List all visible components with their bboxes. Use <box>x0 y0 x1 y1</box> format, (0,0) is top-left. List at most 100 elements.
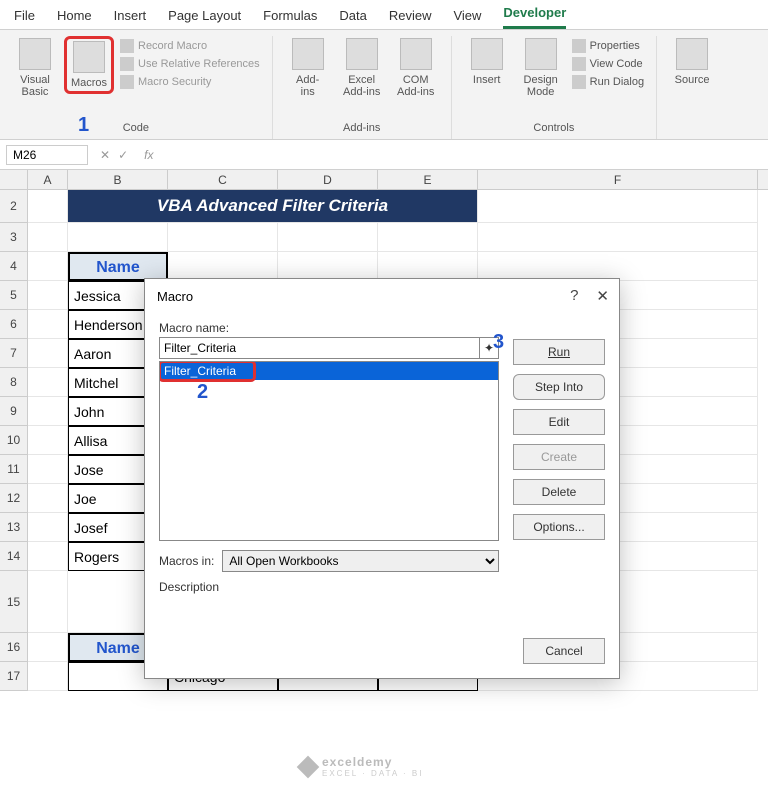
row-header[interactable]: 9 <box>0 397 28 426</box>
design-icon <box>525 38 557 70</box>
run-dialog-button[interactable]: Run Dialog <box>570 74 646 90</box>
tab-insert[interactable]: Insert <box>114 8 147 29</box>
row-header[interactable]: 10 <box>0 426 28 455</box>
row-header[interactable]: 11 <box>0 455 28 484</box>
cell[interactable] <box>478 223 758 252</box>
cell[interactable] <box>168 252 278 281</box>
tab-view[interactable]: View <box>453 8 481 29</box>
cell[interactable] <box>278 223 378 252</box>
macro-name-label: Macro name: <box>159 321 499 335</box>
source-icon <box>676 38 708 70</box>
tab-home[interactable]: Home <box>57 8 92 29</box>
row-header[interactable]: 14 <box>0 542 28 571</box>
dialog-title: Macro <box>157 289 193 304</box>
com-addins-button[interactable]: COM Add-ins <box>391 36 441 100</box>
macros-button[interactable]: Macros <box>64 36 114 94</box>
row-header[interactable]: 2 <box>0 190 28 223</box>
group-xml: Source <box>657 36 727 139</box>
tab-formulas[interactable]: Formulas <box>263 8 317 29</box>
cell[interactable] <box>478 190 758 223</box>
col-header-B[interactable]: B <box>68 170 168 189</box>
view-code-button[interactable]: View Code <box>570 56 646 72</box>
enter-formula-icon[interactable]: ✓ <box>118 148 128 162</box>
row-header[interactable]: 3 <box>0 223 28 252</box>
insert-control-icon <box>471 38 503 70</box>
col-header-D[interactable]: D <box>278 170 378 189</box>
cell[interactable] <box>168 223 278 252</box>
row-header[interactable]: 17 <box>0 662 28 691</box>
excel-addins-button[interactable]: Excel Add-ins <box>337 36 387 100</box>
help-icon[interactable]: ? <box>570 287 578 305</box>
tab-developer[interactable]: Developer <box>503 5 566 29</box>
vb-icon <box>19 38 51 70</box>
use-relative-button[interactable]: Use Relative References <box>118 56 262 72</box>
design-mode-button[interactable]: Design Mode <box>516 36 566 100</box>
visual-basic-button[interactable]: Visual Basic <box>10 36 60 100</box>
security-icon <box>120 75 134 89</box>
cell[interactable]: Name <box>68 252 168 281</box>
row-header[interactable]: 4 <box>0 252 28 281</box>
row-header[interactable]: 13 <box>0 513 28 542</box>
macro-name-input[interactable] <box>159 337 480 359</box>
cell[interactable] <box>28 397 68 426</box>
cell[interactable] <box>28 542 68 571</box>
cell[interactable] <box>28 571 68 633</box>
cell[interactable] <box>278 252 378 281</box>
macro-security-button[interactable]: Macro Security <box>118 74 262 90</box>
record-icon <box>120 39 134 53</box>
macros-in-select[interactable]: All Open Workbooks <box>222 550 499 572</box>
source-button[interactable]: Source <box>667 36 717 88</box>
row-header[interactable]: 8 <box>0 368 28 397</box>
insert-control-button[interactable]: Insert <box>462 36 512 88</box>
addins-button[interactable]: Add- ins <box>283 36 333 100</box>
name-box[interactable]: M26 <box>6 145 88 165</box>
row-header[interactable]: 7 <box>0 339 28 368</box>
cell[interactable] <box>28 633 68 662</box>
cell[interactable] <box>28 662 68 691</box>
cell[interactable] <box>28 252 68 281</box>
cell[interactable] <box>28 484 68 513</box>
cell[interactable] <box>68 223 168 252</box>
cell[interactable] <box>478 252 758 281</box>
cell[interactable] <box>28 455 68 484</box>
col-header-C[interactable]: C <box>168 170 278 189</box>
cell[interactable] <box>28 223 68 252</box>
cancel-formula-icon[interactable]: ✕ <box>100 148 110 162</box>
col-header-A[interactable]: A <box>28 170 68 189</box>
col-header-E[interactable]: E <box>378 170 478 189</box>
cell[interactable] <box>378 252 478 281</box>
tab-file[interactable]: File <box>14 8 35 29</box>
cancel-button[interactable]: Cancel <box>523 638 605 664</box>
cell[interactable] <box>28 426 68 455</box>
cell[interactable] <box>28 190 68 223</box>
tab-data[interactable]: Data <box>339 8 366 29</box>
cell[interactable] <box>28 310 68 339</box>
col-header-F[interactable]: F <box>478 170 758 189</box>
row-header[interactable]: 16 <box>0 633 28 662</box>
delete-button[interactable]: Delete <box>513 479 605 505</box>
fx-button[interactable]: fx <box>136 148 153 162</box>
record-macro-button[interactable]: Record Macro <box>118 38 262 54</box>
viewcode-icon <box>572 57 586 71</box>
select-all-corner[interactable] <box>0 170 28 189</box>
row-header[interactable]: 6 <box>0 310 28 339</box>
row-header[interactable]: 15 <box>0 571 28 633</box>
close-icon[interactable]: ✕ <box>596 287 609 305</box>
cell[interactable] <box>28 368 68 397</box>
options-button[interactable]: Options... <box>513 514 605 540</box>
properties-icon <box>572 39 586 53</box>
cell[interactable] <box>28 513 68 542</box>
cell[interactable] <box>28 281 68 310</box>
cell[interactable] <box>28 339 68 368</box>
row-header[interactable]: 5 <box>0 281 28 310</box>
row-header[interactable]: 12 <box>0 484 28 513</box>
annotation-1: 1 <box>78 114 89 137</box>
cell[interactable]: VBA Advanced Filter Criteria <box>68 190 478 223</box>
formula-bar: M26 ✕ ✓ fx <box>0 140 768 170</box>
properties-button[interactable]: Properties <box>570 38 646 54</box>
tab-review[interactable]: Review <box>389 8 432 29</box>
tab-page-layout[interactable]: Page Layout <box>168 8 241 29</box>
cell[interactable] <box>378 223 478 252</box>
excel-addins-icon <box>346 38 378 70</box>
edit-button[interactable]: Edit <box>513 409 605 435</box>
